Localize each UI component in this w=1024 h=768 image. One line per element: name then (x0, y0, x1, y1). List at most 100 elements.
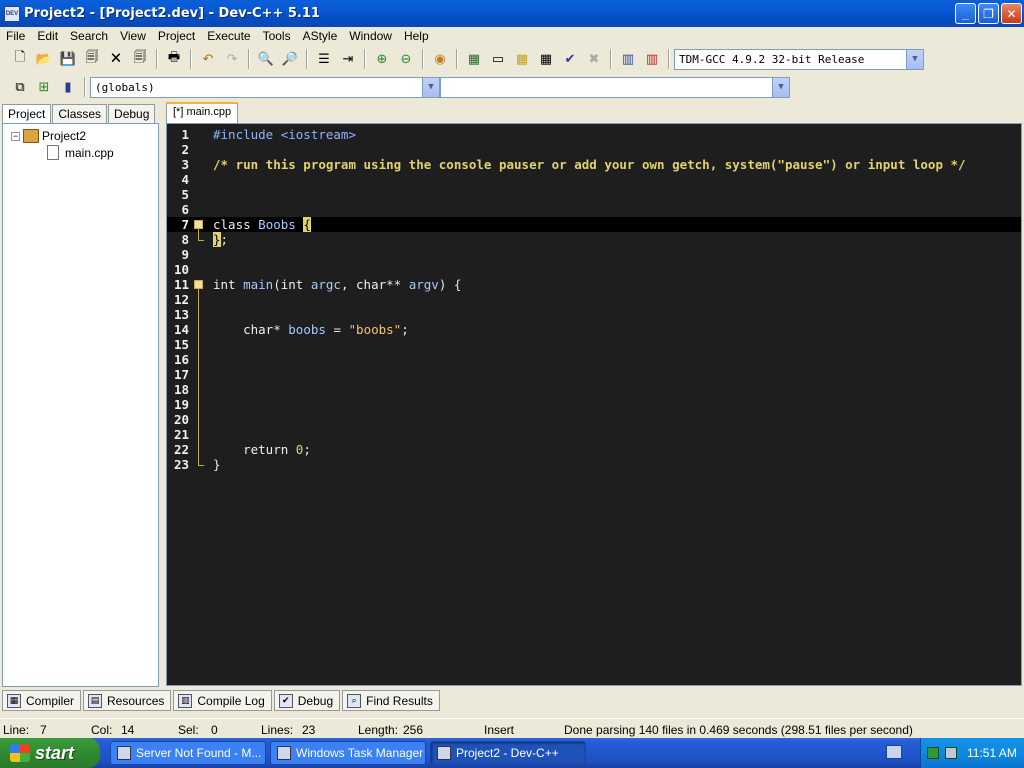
close-button[interactable]: ✕ (1001, 3, 1022, 24)
maximize-button[interactable]: ❐ (978, 3, 999, 24)
chevron-down-icon[interactable]: ▼ (772, 77, 789, 97)
replace-icon[interactable]: 🔎 (279, 48, 301, 70)
run-icon[interactable]: ▭ (487, 48, 509, 70)
line-number: 11 (173, 277, 189, 292)
code-line[interactable]: 20 (167, 412, 1021, 427)
minimize-button[interactable]: _ (955, 3, 976, 24)
code-line[interactable]: 4 (167, 172, 1021, 187)
line-number: 17 (173, 367, 189, 382)
menu-window[interactable]: Window (343, 29, 398, 43)
goto-icon[interactable]: ⇥ (337, 48, 359, 70)
code-line[interactable]: 1 #include <iostream> (167, 127, 1021, 142)
open-file-icon[interactable]: 📂 (33, 48, 55, 70)
delete-profile-icon[interactable]: ▥ (641, 48, 663, 70)
code-line[interactable]: 12 (167, 292, 1021, 307)
code-line[interactable]: 17 (167, 367, 1021, 382)
tree-node-project[interactable]: − Project2 (11, 129, 86, 143)
clock[interactable]: 11:51 AM (967, 746, 1017, 760)
syntax-check-icon[interactable]: ✔ (559, 48, 581, 70)
task-windows-task-manager[interactable]: Windows Task Manager (270, 741, 426, 765)
project-options-icon[interactable]: ◉ (429, 48, 451, 70)
fold-marker-icon[interactable] (194, 220, 203, 229)
menu-view[interactable]: View (114, 29, 152, 43)
code-editor[interactable]: 1 #include <iostream> 2 3 /* run this progra… (166, 123, 1022, 686)
code-text: int main(int argc, char** argv) { (213, 277, 462, 292)
compiler-select[interactable]: TDM-GCC 4.9.2 32-bit Release ▼ (674, 48, 924, 70)
tab-classes[interactable]: Classes (52, 104, 108, 124)
member-select[interactable]: ▼ (440, 76, 790, 98)
tab-debug[interactable]: Debug (108, 104, 156, 124)
menu-search[interactable]: Search (64, 29, 114, 43)
code-line[interactable]: 22 return 0; (167, 442, 1021, 457)
insert-icon[interactable]: ⧉ (9, 76, 31, 98)
menu-tools[interactable]: Tools (257, 29, 297, 43)
code-line[interactable]: 18 (167, 382, 1021, 397)
code-line[interactable]: 7 class Boobs { (167, 217, 1021, 232)
code-line[interactable]: 19 (167, 397, 1021, 412)
profile-icon[interactable]: ▥ (617, 48, 639, 70)
code-line[interactable]: 8}; (167, 232, 1021, 247)
save-all-icon[interactable]: 🗐 (81, 48, 103, 70)
code-line[interactable]: 5 (167, 187, 1021, 202)
task-devcpp[interactable]: Project2 - Dev-C++ (430, 741, 586, 765)
devcpp-app-icon[interactable]: DEV (4, 5, 20, 22)
task-server-not-found[interactable]: Server Not Found - M... (110, 741, 266, 765)
tab-find-results[interactable]: ⌕ Find Results (342, 690, 440, 711)
code-line[interactable]: 23} (167, 457, 1021, 472)
collapse-icon[interactable]: − (11, 131, 20, 141)
save-icon[interactable]: 💾 (57, 48, 79, 70)
code-line[interactable]: 14 char* boobs = "boobs"; (167, 322, 1021, 337)
find-icon[interactable]: 🔍 (255, 48, 277, 70)
tab-debug-output[interactable]: ✔ Debug (273, 690, 341, 711)
close-file-icon[interactable]: 🗙 (105, 48, 127, 70)
tab-compiler[interactable]: ▦ Compiler (2, 690, 82, 711)
add-to-project-icon[interactable]: ⊕ (371, 48, 393, 70)
indent-icon[interactable]: ☰ (313, 48, 335, 70)
menu-file[interactable]: File (0, 29, 31, 43)
goto-bookmark-icon[interactable]: ▮ (57, 76, 79, 98)
stop-execution-icon[interactable]: ✖ (583, 48, 605, 70)
menu-astyle[interactable]: AStyle (297, 29, 344, 43)
code-line[interactable]: 9 (167, 247, 1021, 262)
title-bar[interactable]: DEV Project2 - [Project2.dev] - Dev-C++ … (0, 0, 1024, 27)
print-icon[interactable]: 🖶 (163, 48, 185, 70)
code-line[interactable]: 21 (167, 427, 1021, 442)
network-icon[interactable] (927, 747, 939, 759)
rebuild-all-icon[interactable]: ▦ (535, 48, 557, 70)
fold-marker-icon[interactable] (194, 280, 203, 289)
code-line[interactable]: 13 (167, 307, 1021, 322)
new-file-icon[interactable]: 🗋 (9, 48, 31, 70)
remove-from-project-icon[interactable]: ⊖ (395, 48, 417, 70)
compile-run-icon[interactable]: ▦ (511, 48, 533, 70)
chevron-down-icon[interactable]: ▼ (906, 49, 923, 69)
undo-icon[interactable]: ↶ (197, 48, 219, 70)
line-number: 1 (181, 127, 189, 142)
code-line[interactable]: 2 (167, 142, 1021, 157)
code-line[interactable]: 3 /* run this program using the console p… (167, 157, 1021, 172)
menu-execute[interactable]: Execute (201, 29, 256, 43)
code-line[interactable]: 6 (167, 202, 1021, 217)
menu-project[interactable]: Project (152, 29, 201, 43)
close-all-icon[interactable]: 🗐 (129, 48, 151, 70)
code-line[interactable]: 15 (167, 337, 1021, 352)
code-line[interactable]: 10 (167, 262, 1021, 277)
safely-remove-icon[interactable] (945, 747, 957, 759)
tree-node-file[interactable]: main.cpp (47, 145, 114, 160)
tab-project[interactable]: Project (2, 104, 52, 124)
line-number: 19 (173, 397, 189, 412)
scope-select[interactable]: (globals) ▼ (90, 76, 440, 98)
editor-tab-main-cpp[interactable]: [*] main.cpp (166, 102, 239, 123)
menu-help[interactable]: Help (398, 29, 435, 43)
menu-edit[interactable]: Edit (31, 29, 64, 43)
status-line-label: Line: (3, 723, 30, 737)
code-line[interactable]: 11 int main(int argc, char** argv) { (167, 277, 1021, 292)
chevron-down-icon[interactable]: ▼ (422, 77, 439, 97)
redo-icon[interactable]: ↷ (221, 48, 243, 70)
tab-resources[interactable]: ▤ Resources (83, 690, 172, 711)
toggle-bookmark-icon[interactable]: ⊞ (33, 76, 55, 98)
compile-icon[interactable]: ▦ (463, 48, 485, 70)
code-line[interactable]: 16 (167, 352, 1021, 367)
start-button[interactable]: start (0, 738, 100, 768)
keyboard-icon[interactable] (886, 745, 902, 759)
tab-compile-log[interactable]: ▥ Compile Log (173, 690, 272, 711)
